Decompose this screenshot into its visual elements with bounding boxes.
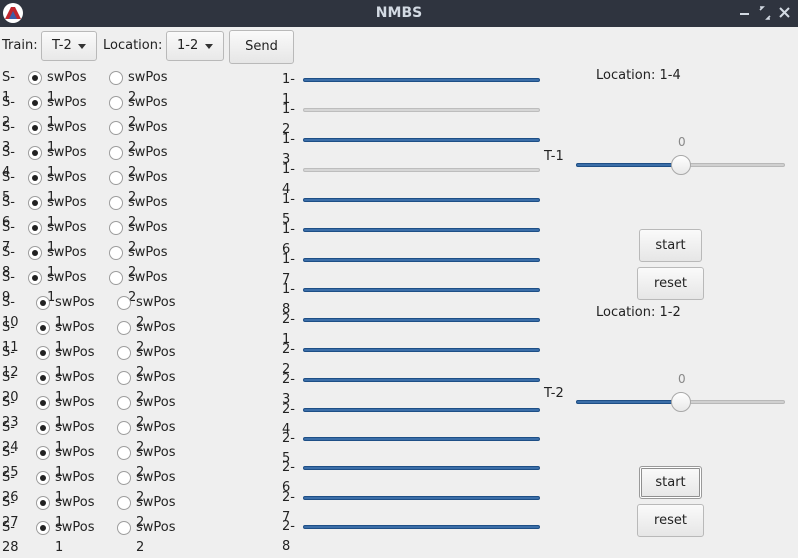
switch-pos2-radio[interactable] [109,196,123,210]
reset-button[interactable]: reset [637,504,704,537]
switch-pos2-radio[interactable] [117,446,131,460]
location-select-value: 1-2 [177,38,199,53]
switch-pos2-radio[interactable] [109,246,123,260]
track-segment [303,466,540,470]
track-segment [303,138,540,142]
send-button[interactable]: Send [229,30,294,64]
track-segment [303,78,540,82]
train-location: Location: 1-4 [596,68,681,83]
switch-pos2-radio[interactable] [117,296,131,310]
speed-slider-fill [576,163,681,167]
speed-slider-fill [576,400,681,404]
switch-pos1-radio[interactable] [36,321,50,335]
track-segment [303,108,540,112]
switch-pos1-radio[interactable] [28,146,42,160]
switch-pos1-radio[interactable] [36,446,50,460]
switch-pos1-radio[interactable] [28,96,42,110]
switch-pos1-radio[interactable] [28,246,42,260]
speed-slider-handle[interactable] [671,155,691,175]
track-segment [303,348,540,352]
switch-pos2-radio[interactable] [109,271,123,285]
train-name: T-2 [544,386,564,401]
switch-pos2-radio[interactable] [117,321,131,335]
switch-pos2-radio[interactable] [109,171,123,185]
switch-pos2-radio[interactable] [117,496,131,510]
location-select[interactable]: 1-2 [166,31,224,61]
switch-pos2-radio[interactable] [117,471,131,485]
switch-pos1-radio[interactable] [28,171,42,185]
switch-pos1-label[interactable]: swPos 1 [55,518,95,558]
train-location: Location: 1-2 [596,305,681,320]
switch-pos1-radio[interactable] [36,521,50,535]
switch-pos2-label[interactable]: swPos 2 [136,518,176,558]
minimize-icon[interactable] [737,4,753,22]
switch-pos2-radio[interactable] [117,421,131,435]
window-title: NMBS [375,5,423,21]
switch-pos1-radio[interactable] [28,71,42,85]
switch-label: S-28 [2,520,19,555]
switch-pos2-radio[interactable] [109,221,123,235]
track-segment [303,408,540,412]
track-segment [303,198,540,202]
switch-pos1-radio[interactable] [36,496,50,510]
track-segment [303,228,540,232]
train-name: T-1 [544,149,564,164]
switch-pos2-radio[interactable] [109,146,123,160]
track-segment [303,496,540,500]
reset-button[interactable]: reset [637,267,704,300]
switch-pos1-radio[interactable] [28,271,42,285]
switch-pos1-radio[interactable] [36,396,50,410]
maximize-icon[interactable] [757,4,773,22]
switch-pos1-radio[interactable] [28,196,42,210]
switch-pos1-radio[interactable] [28,121,42,135]
track-segment [303,168,540,172]
switch-pos2-radio[interactable] [109,121,123,135]
switch-pos2-radio[interactable] [117,371,131,385]
close-icon[interactable] [777,4,793,22]
switch-pos1-radio[interactable] [36,346,50,360]
train-select[interactable]: T-2 [41,31,97,61]
switch-pos1-radio[interactable] [36,296,50,310]
start-button[interactable]: start [639,466,702,499]
switch-pos1-radio[interactable] [36,371,50,385]
switch-pos2-radio[interactable] [117,346,131,360]
track-segment [303,318,540,322]
track-segment [303,378,540,382]
location-label: Location: [103,38,163,53]
train-select-value: T-2 [52,38,72,53]
chevron-down-icon [205,44,213,49]
track-label: 2-8 [282,519,295,554]
speed-value: 0 [678,372,686,386]
track-segment [303,525,540,529]
switch-pos2-radio[interactable] [117,396,131,410]
switch-pos1-radio[interactable] [36,471,50,485]
switch-pos1-radio[interactable] [36,421,50,435]
switch-pos2-radio[interactable] [109,71,123,85]
track-segment [303,258,540,262]
speed-slider-handle[interactable] [671,392,691,412]
track-segment [303,288,540,292]
train-label: Train: [2,38,38,53]
title-bar: NMBS [0,0,798,27]
track-segment [303,437,540,441]
speed-value: 0 [678,135,686,149]
switch-pos1-radio[interactable] [28,221,42,235]
switch-pos2-radio[interactable] [109,96,123,110]
chevron-down-icon [78,44,86,49]
start-button[interactable]: start [639,229,702,262]
switch-pos2-radio[interactable] [117,521,131,535]
